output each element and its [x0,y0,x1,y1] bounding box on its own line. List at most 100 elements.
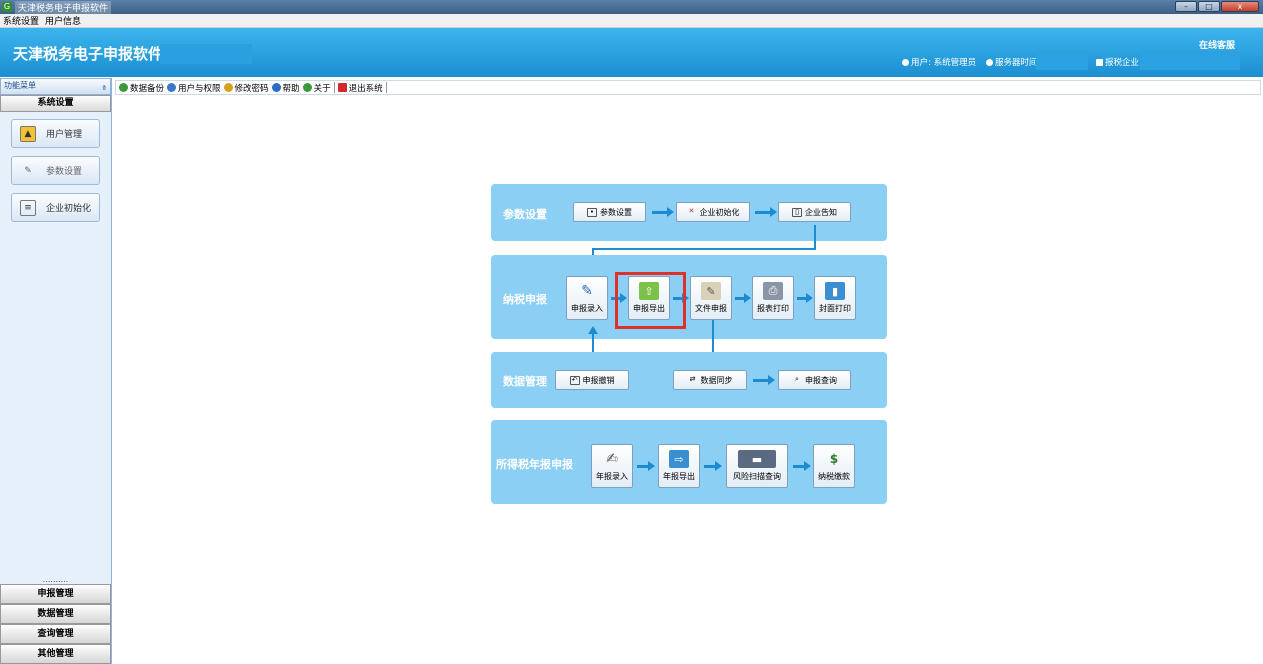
data-panel-label: 数据管理 [503,375,547,388]
book-icon: ▯ [792,207,802,217]
menu-bar: 系统设置 用户信息 [0,14,1263,28]
app-logo-icon: G [2,2,12,12]
arrow-right [753,375,775,385]
toolbar-label: 用户与权限 [178,83,221,94]
arrow-right [797,293,813,303]
company-icon [1096,58,1103,66]
exit-icon [337,83,347,92]
sidebar-item-label: 用户管理 [46,130,83,140]
toolbar-user-permission-button[interactable]: 用户与权限 [167,82,221,94]
header-user: 用户: 系统管理员 [902,56,976,68]
menu-user-info[interactable]: 用户信息 [42,14,84,27]
tools-icon: ✕ [688,206,695,215]
tax-payment-button[interactable]: $ 纳税缴款 [813,444,855,488]
minimize-button[interactable]: – [1175,1,1197,12]
arrow-right [793,461,811,471]
data-management-panel: 数据管理 ↶ 申报撤销 ⇄ 数据同步 ⌕ 申报查询 [491,352,887,408]
sidebar-item-parameter-settings[interactable]: ✎ 参数设置 [11,156,100,185]
paperclip-icon: ✎ [701,282,721,300]
header-company: 报税企业 [1096,56,1139,68]
company-value-blank [1140,54,1240,70]
cover-print-button[interactable]: ▮ 封面打印 [814,276,856,320]
report-print-button[interactable]: ⎙ 报表打印 [752,276,794,320]
arrow-right [637,461,655,471]
online-service-link[interactable]: 在线客服 [1199,38,1235,51]
button-label: 封面打印 [819,304,851,313]
backup-icon [119,83,128,92]
annual-export-button[interactable]: ⇨ 年报导出 [658,444,700,488]
button-label: 申报查询 [805,375,837,385]
server-time-value-blank [1036,54,1088,70]
toolbar-backup-button[interactable]: 数据备份 [119,82,164,94]
highlight-box [615,272,686,329]
sidebar-group-data[interactable]: 数据管理 [0,604,111,624]
close-button[interactable]: x [1221,1,1259,12]
declare-revoke-button[interactable]: ↶ 申报撤销 [555,370,629,390]
tax-declaration-panel: 纳税申报 ✎ 申报录入 ⇧ 申报导出 ✎ 文件申报 ⎙ 报表打印 ▮ 封面打印 [491,255,887,339]
toolbar-label: 数据备份 [130,83,165,94]
sidebar-group-query[interactable]: 查询管理 [0,624,111,644]
toolbar-help-button[interactable]: 帮助 [271,82,300,94]
main-content: 参数设置 • 参数设置 ✕ 企业初始化 ▯ 企业告知 纳税申报 ✎ 申报录入 ⇧… [115,96,1261,664]
wrench-icon: ✎ [24,165,32,176]
search-icon: ⌕ [795,374,799,383]
toolbar-label: 退出系统 [348,83,383,94]
app-header: 天津税务电子申报软件 在线客服 用户: 系统管理员 服务器时间 报税企业 [0,28,1263,77]
risk-scan-query-button[interactable]: ▬ 风险扫描查询 [726,444,788,488]
sidebar-group-system-settings[interactable]: 系统设置 [0,95,111,112]
annual-entry-button[interactable]: ✍ 年报录入 [591,444,633,488]
maximize-button[interactable]: □ [1198,1,1220,12]
pin-icon[interactable]: ª [102,84,106,93]
sidebar-item-company-init[interactable]: ≡ 企业初始化 [11,193,100,222]
toolbar-separator [385,82,387,93]
declare-query-button[interactable]: ⌕ 申报查询 [778,370,851,390]
sidebar-items: ▲ 用户管理 ✎ 参数设置 ≡ 企业初始化 [0,112,111,237]
arrow-right [704,461,722,471]
clock-icon [986,58,993,66]
help-icon [271,83,281,92]
button-label: 数据同步 [700,375,733,385]
money-bag-icon: $ [829,452,839,466]
tag-icon [302,83,312,92]
book-cover-icon: ▮ [825,282,845,300]
sync-icon: ⇄ [689,374,696,383]
user-icon [167,83,177,92]
pencil-icon: ✎ [581,283,593,299]
arrow-right [755,207,777,217]
sidebar-item-user-management[interactable]: ▲ 用户管理 [11,119,100,148]
button-label: 纳税缴款 [818,472,850,481]
toolbar-about-button[interactable]: 关于 [302,82,331,94]
header-blank-field [160,44,252,64]
left-sidebar: 功能菜单 ª 系统设置 ▲ 用户管理 ✎ 参数设置 ≡ 企业初始化 ......… [0,78,112,664]
settings-icon: • [587,207,597,217]
revoke-icon: ↶ [569,375,580,385]
user-icon [902,58,909,66]
sidebar-group-declaration[interactable]: 申报管理 [0,584,111,604]
connector-line [814,225,816,250]
income-panel-label: 所得税年报申报 [496,458,573,471]
data-sync-button[interactable]: ⇄ 数据同步 [673,370,747,390]
arrow-up [588,326,598,334]
toolbar: 数据备份 用户与权限 修改密码 帮助 关于 退出系统 [115,80,1261,95]
toolbar-exit-button[interactable]: 退出系统 [337,82,383,94]
splitter-dots[interactable]: .......... [0,576,111,584]
button-label: 申报撤销 [582,375,615,385]
declare-entry-button[interactable]: ✎ 申报录入 [566,276,608,320]
arrow-right [735,293,751,303]
sidebar-title: 功能菜单 ª [0,78,111,95]
app-name: 天津税务电子申报软件 [13,45,164,63]
window-titlebar: G 天津税务电子申报软件 – □ x [0,0,1263,14]
company-init-button[interactable]: ✕ 企业初始化 [676,202,750,222]
button-label: 申报录入 [571,304,603,313]
company-notice-button[interactable]: ▯ 企业告知 [778,202,851,222]
sidebar-group-other[interactable]: 其他管理 [0,644,111,664]
toolbar-change-password-button[interactable]: 修改密码 [223,82,269,94]
button-label: 报表打印 [757,304,789,313]
sidebar-item-label: 企业初始化 [46,204,92,214]
button-label: 年报录入 [596,472,628,481]
menu-system-settings[interactable]: 系统设置 [0,14,42,27]
connector-line [592,248,816,250]
file-declare-button[interactable]: ✎ 文件申报 [690,276,732,320]
param-settings-button[interactable]: • 参数设置 [573,202,646,222]
key-icon [223,83,233,92]
